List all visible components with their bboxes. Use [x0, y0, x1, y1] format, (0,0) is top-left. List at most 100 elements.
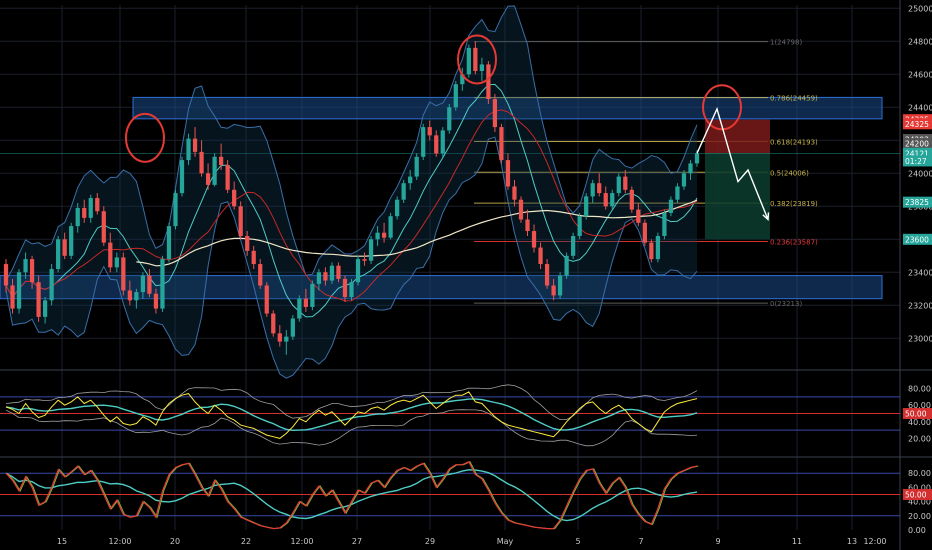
candle-body [388, 216, 393, 238]
time-tick-label: 9 [715, 537, 720, 546]
candle-body [69, 226, 74, 256]
candle [499, 123, 504, 164]
candle-body [381, 232, 387, 238]
stoch-tick-label: 80.00 [908, 469, 931, 478]
time-tick-label: 12:00 [290, 537, 313, 546]
candle [440, 127, 445, 157]
candle-body [557, 275, 563, 296]
candle [414, 153, 419, 180]
stop-loss-area [705, 119, 770, 154]
candle [557, 272, 563, 299]
candle-body [512, 186, 517, 200]
fib-level-label: 0.5(24006) [770, 169, 809, 177]
candle-body [603, 193, 608, 207]
candle-body [277, 333, 282, 342]
candle-body [140, 275, 146, 293]
time-tick-label: 29 [425, 537, 435, 546]
candle-body [427, 127, 432, 136]
candle-body [225, 165, 230, 190]
candle [16, 269, 22, 314]
candle [486, 61, 491, 104]
candle-body [303, 298, 308, 307]
rsi-tick-label: 40.00 [908, 418, 931, 427]
candle [166, 222, 172, 263]
candle-body [675, 186, 680, 200]
time-tick-label: 22 [241, 537, 251, 546]
time-tick-label: 12:00 [108, 537, 131, 546]
candle-body [192, 138, 198, 152]
candle-body [421, 127, 426, 157]
stoch-tick-label: 0.00 [908, 526, 926, 535]
candle [238, 201, 243, 240]
fib-level-label: 0.618(24193) [770, 138, 818, 146]
price-tick-label: 23200 [908, 301, 932, 310]
candle [421, 123, 426, 161]
candle-body [473, 47, 478, 71]
time-tick-label: 7 [638, 537, 643, 546]
candle-body [395, 199, 400, 217]
fib-level-label: 1(24798) [770, 39, 802, 47]
price-badge-label: 01:27 [905, 157, 927, 166]
candle-body [551, 285, 556, 296]
candle-body [492, 99, 498, 128]
candle [395, 196, 400, 220]
stoch-badge-label: 50.00 [905, 491, 927, 500]
candle-body [114, 257, 119, 268]
candle-body [101, 211, 106, 243]
candle-body [205, 173, 211, 185]
candle-body [447, 107, 452, 131]
candle-body [571, 236, 576, 256]
candle [629, 186, 634, 213]
fib-level-label: 0.236(23587) [770, 238, 818, 246]
candle-body [310, 283, 315, 307]
candle-body [694, 153, 700, 164]
candle-body [147, 275, 152, 294]
candle-body [264, 285, 269, 314]
candle-body [316, 272, 322, 284]
candle-body [649, 242, 654, 260]
candle-body [525, 219, 530, 232]
candle-body [108, 242, 113, 268]
candle-body [544, 264, 550, 286]
time-tick-label: 15 [57, 537, 67, 546]
candle-body [434, 135, 439, 154]
candle [355, 255, 361, 286]
time-tick-label: May [497, 537, 514, 546]
candle-body [616, 176, 621, 194]
candle [649, 239, 654, 263]
price-badge-label: 23825 [905, 198, 929, 207]
candle-body [336, 265, 341, 279]
candle-body [584, 196, 589, 217]
candle-body [329, 265, 335, 281]
candle-body [531, 231, 537, 248]
price-tick-label: 25000 [908, 4, 932, 13]
candle-body [636, 209, 641, 223]
candle-body [88, 198, 93, 218]
candle-body [29, 259, 35, 283]
candle [179, 156, 185, 197]
candle-body [362, 259, 367, 261]
candle-body [251, 250, 256, 265]
candle [36, 275, 41, 322]
candle [571, 232, 576, 260]
candle-body [440, 130, 445, 154]
price-tick-label: 23400 [908, 268, 932, 277]
rsi-tick-label: 80.00 [908, 385, 931, 394]
time-tick-label: 20 [170, 537, 180, 546]
time-tick-label: 11 [792, 537, 802, 546]
price-tick-label: 24400 [908, 103, 932, 112]
candle [56, 236, 61, 273]
candle-body [349, 282, 354, 298]
stoch-tick-label: 20.00 [908, 512, 931, 521]
price-tick-label: 24600 [908, 70, 932, 79]
candle-body [577, 216, 582, 236]
candle [401, 179, 406, 203]
candle-body [36, 282, 41, 317]
candle-body [655, 236, 661, 260]
candle [388, 212, 393, 240]
candle [447, 104, 452, 134]
candle-body [284, 336, 289, 342]
candle-body [219, 156, 224, 166]
trading-chart[interactable]: 1(24798) 0.786(24459) 0.618(24193) 0.5(2400… [0, 0, 932, 550]
price-tick-label: 23000 [908, 334, 932, 343]
